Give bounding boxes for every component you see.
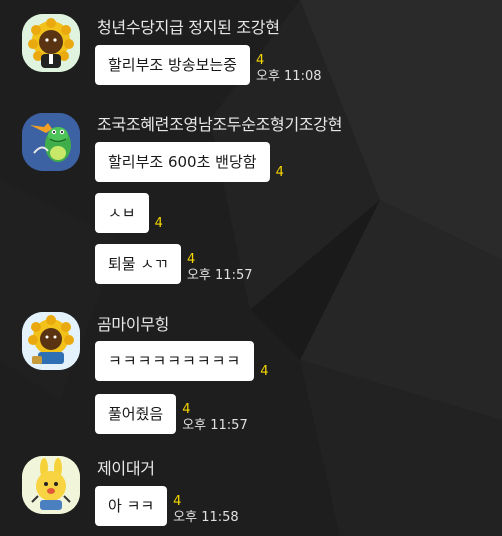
sender-name: 청년수당지급 정지된 조강현 <box>97 18 280 37</box>
message-time: 오후 11:57 <box>182 418 248 433</box>
sender-avatar[interactable] <box>22 113 80 171</box>
green-crocodile-avatar-icon <box>22 113 80 171</box>
message-time: 오후 11:57 <box>186 268 253 283</box>
message-meta: 4 오후 11:58 <box>173 486 239 526</box>
message-row: 풀어줬음 4 오후 11:57 <box>95 394 248 434</box>
unread-count: 4 <box>275 165 284 180</box>
message-row: ㅅㅂ 4 <box>95 193 163 233</box>
unread-count: 4 <box>154 216 163 231</box>
message-bubble[interactable]: ㅅㅂ <box>95 193 149 233</box>
message-time: 오후 11:08 <box>255 69 322 84</box>
message-meta: 4 오후 11:08 <box>256 45 322 85</box>
unread-count: 4 <box>182 402 191 417</box>
chat-message-list[interactable]: 청년수당지급 정지된 조강현 할리부조 방송보는중 4 오후 11:08 조국조… <box>0 0 502 536</box>
message-meta: 4 오후 11:57 <box>187 244 253 284</box>
message-bubble[interactable]: 할리부조 방송보는중 <box>95 45 250 85</box>
sender-avatar[interactable] <box>22 14 80 72</box>
sender-name: 조국조혜련조영남조두순조형기조강현 <box>97 115 343 134</box>
sender-avatar[interactable] <box>22 312 80 370</box>
message-time: 오후 11:58 <box>173 510 239 525</box>
message-bubble[interactable]: ㅋㅋㅋㅋㅋㅋㅋㅋㅋ <box>95 341 255 381</box>
unread-count: 4 <box>173 494 182 509</box>
message-bubble[interactable]: 할리부조 600초 밴당함 <box>95 142 270 182</box>
message-meta: 4 <box>260 341 268 381</box>
sunflower-bear-avatar-icon <box>22 14 80 72</box>
message-bubble[interactable]: 풀어줬음 <box>95 394 177 434</box>
sender-name: 곰마이무힝 <box>97 315 170 334</box>
unread-count: 4 <box>260 364 269 379</box>
unread-count: 4 <box>255 53 265 68</box>
message-row: 할리부조 600초 밴당함 4 <box>95 142 284 182</box>
sender-name: 제이대거 <box>97 459 155 478</box>
sender-avatar[interactable] <box>22 456 80 514</box>
message-meta: 4 오후 11:57 <box>182 394 248 434</box>
message-row: ㅋㅋㅋㅋㅋㅋㅋㅋㅋ 4 <box>95 341 268 381</box>
message-row: 퇴물 ㅅㄲ 4 오후 11:57 <box>95 244 253 284</box>
message-bubble[interactable]: 아 ㅋㅋ <box>95 486 168 526</box>
message-bubble[interactable]: 퇴물 ㅅㄲ <box>95 244 181 284</box>
unread-count: 4 <box>186 252 196 267</box>
message-row: 할리부조 방송보는중 4 오후 11:08 <box>95 45 322 85</box>
sunflower-bear-laptop-avatar-icon <box>22 312 80 370</box>
message-row: 아 ㅋㅋ 4 오후 11:58 <box>95 486 239 526</box>
message-meta: 4 <box>155 193 163 233</box>
yellow-bunny-avatar-icon <box>22 456 80 514</box>
message-meta: 4 <box>276 142 284 182</box>
